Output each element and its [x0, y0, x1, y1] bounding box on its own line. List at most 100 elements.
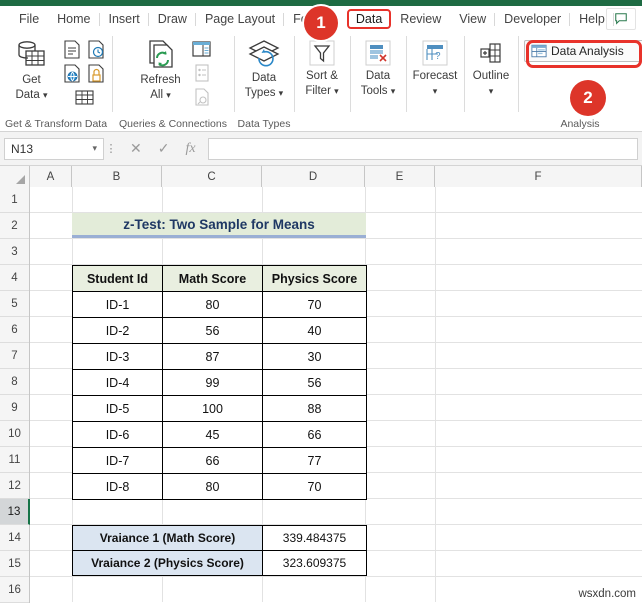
cell-student-id[interactable]: ID-1: [72, 291, 163, 318]
variance-1-value[interactable]: 339.484375: [262, 525, 367, 551]
cell-student-id[interactable]: ID-7: [72, 447, 163, 474]
ribbon-group-forecast: ? Forecast ▾: [406, 32, 464, 131]
fx-icon[interactable]: fx: [185, 141, 195, 157]
tab-review[interactable]: Review: [391, 9, 450, 29]
cell-physics-score[interactable]: 66: [262, 421, 367, 448]
cell-student-id[interactable]: ID-8: [72, 473, 163, 500]
get-data-button[interactable]: Get Data ▾: [5, 36, 59, 102]
comment-icon: [615, 13, 627, 25]
tab-home[interactable]: Home: [48, 9, 100, 29]
row-header-13[interactable]: 13: [0, 499, 30, 525]
column-header-a[interactable]: A: [30, 166, 72, 187]
row-header-1[interactable]: 1: [0, 187, 29, 213]
tab-page-layout[interactable]: Page Layout: [196, 9, 285, 29]
check-icon[interactable]: ✓: [158, 140, 170, 157]
cell-physics-score[interactable]: 30: [262, 343, 367, 370]
column-header-f[interactable]: F: [435, 166, 642, 187]
cell-physics-score[interactable]: 77: [262, 447, 367, 474]
chevron-down-icon[interactable]: ▾: [92, 143, 97, 154]
cell-math-score[interactable]: 80: [162, 473, 263, 500]
formula-bar: N13 ▾ ⋮ ✕ ✓ fx: [0, 132, 642, 166]
queries-connections-icon[interactable]: [191, 38, 213, 60]
cell-student-id[interactable]: ID-6: [72, 421, 163, 448]
row-header-7[interactable]: 7: [0, 343, 29, 369]
data-tools-label-1: Data: [365, 70, 391, 82]
worksheet-grid: A B C D E F 1 2 3 4 5 6 7 8 9 10 11 12 1…: [0, 166, 642, 603]
tab-draw[interactable]: Draw: [149, 9, 197, 29]
from-text-icon[interactable]: [62, 38, 84, 60]
column-header-d[interactable]: D: [262, 166, 365, 187]
existing-connections-icon[interactable]: [74, 86, 96, 108]
cell-student-id[interactable]: ID-2: [72, 317, 163, 344]
ribbon-group-data-tools: Data Tools ▾: [350, 32, 406, 131]
row-header-8[interactable]: 8: [0, 369, 29, 395]
data-types-icon: [248, 40, 280, 67]
cell-physics-score[interactable]: 70: [262, 473, 367, 500]
from-table-icon[interactable]: [86, 62, 108, 84]
cell-physics-score[interactable]: 56: [262, 369, 367, 396]
row-header-6[interactable]: 6: [0, 317, 29, 343]
tab-developer[interactable]: Developer: [495, 9, 571, 29]
row-header-11[interactable]: 11: [0, 447, 29, 473]
excel-window: File Home Insert Draw Page Layout For Da…: [0, 0, 642, 612]
cell-math-score[interactable]: 66: [162, 447, 263, 474]
cell-student-id[interactable]: ID-4: [72, 369, 163, 396]
tab-file[interactable]: File: [10, 9, 48, 29]
cell-math-score[interactable]: 80: [162, 291, 263, 318]
cell-math-score[interactable]: 56: [162, 317, 263, 344]
data-analysis-button[interactable]: Data Analysis: [524, 40, 642, 62]
cell-math-score[interactable]: 87: [162, 343, 263, 370]
outline-button[interactable]: Outline ▾: [464, 36, 518, 98]
cell-math-score[interactable]: 100: [162, 395, 263, 422]
column-header-e[interactable]: E: [365, 166, 435, 187]
sort-filter-button[interactable]: Sort & Filter ▾: [295, 36, 349, 98]
cell-student-id[interactable]: ID-5: [72, 395, 163, 422]
variance-2-value[interactable]: 323.609375: [262, 550, 367, 576]
cell-math-score[interactable]: 45: [162, 421, 263, 448]
table-row: ID-2 56 40: [72, 317, 367, 344]
comments-button[interactable]: [606, 8, 636, 30]
ribbon-group-sort-filter: Sort & Filter ▾: [294, 32, 350, 131]
cell-math-score[interactable]: 99: [162, 369, 263, 396]
col-math-score: Math Score: [162, 265, 263, 292]
formula-input[interactable]: [207, 137, 638, 160]
cell-physics-score[interactable]: 70: [262, 291, 367, 318]
cell-student-id[interactable]: ID-3: [72, 343, 163, 370]
table-row: ID-8 80 70: [72, 473, 367, 500]
cell-physics-score[interactable]: 88: [262, 395, 367, 422]
refresh-all-label-1: Refresh: [140, 74, 181, 86]
table-row: ID-3 87 30: [72, 343, 367, 370]
row-header-14[interactable]: 14: [0, 525, 29, 551]
row-header-5[interactable]: 5: [0, 291, 29, 317]
row-header-10[interactable]: 10: [0, 421, 29, 447]
row-header-15[interactable]: 15: [0, 551, 29, 577]
grid-body: 1 2 3 4 5 6 7 8 9 10 11 12 13 14 15 16 z…: [0, 187, 642, 603]
tab-view[interactable]: View: [450, 9, 496, 29]
tab-insert[interactable]: Insert: [100, 9, 150, 29]
refresh-all-button[interactable]: Refresh All ▾: [134, 36, 188, 102]
column-header-b[interactable]: B: [72, 166, 162, 187]
forecast-button[interactable]: ? Forecast ▾: [408, 36, 462, 98]
cell-physics-score[interactable]: 40: [262, 317, 367, 344]
cancel-icon[interactable]: ✕: [130, 140, 142, 157]
from-recent-sources-icon[interactable]: [86, 38, 108, 60]
data-analysis-label: Data Analysis: [551, 44, 624, 58]
row-header-2[interactable]: 2: [0, 213, 29, 239]
data-types-button[interactable]: Data Types ▾: [237, 36, 291, 100]
column-header-c[interactable]: C: [162, 166, 262, 187]
row-header-9[interactable]: 9: [0, 395, 29, 421]
row-header-16[interactable]: 16: [0, 577, 29, 603]
row-header-4[interactable]: 4: [0, 265, 29, 291]
group-label-analysis: Analysis: [560, 118, 600, 130]
name-box-value: N13: [11, 141, 34, 156]
row-header-3[interactable]: 3: [0, 239, 29, 265]
data-tools-button[interactable]: Data Tools ▾: [351, 36, 405, 98]
from-web-icon[interactable]: [62, 62, 84, 84]
variance-2-label: Vraiance 2 (Physics Score): [72, 550, 263, 576]
ribbon-group-get-transform: Get Data ▾ Get & Transform Data: [0, 32, 112, 131]
cell-area[interactable]: z-Test: Two Sample for Means Student Id …: [30, 187, 642, 602]
name-box[interactable]: N13 ▾: [4, 137, 104, 160]
select-all-corner[interactable]: [0, 166, 30, 187]
row-header-12[interactable]: 12: [0, 473, 29, 499]
tab-data[interactable]: Data: [346, 9, 392, 29]
